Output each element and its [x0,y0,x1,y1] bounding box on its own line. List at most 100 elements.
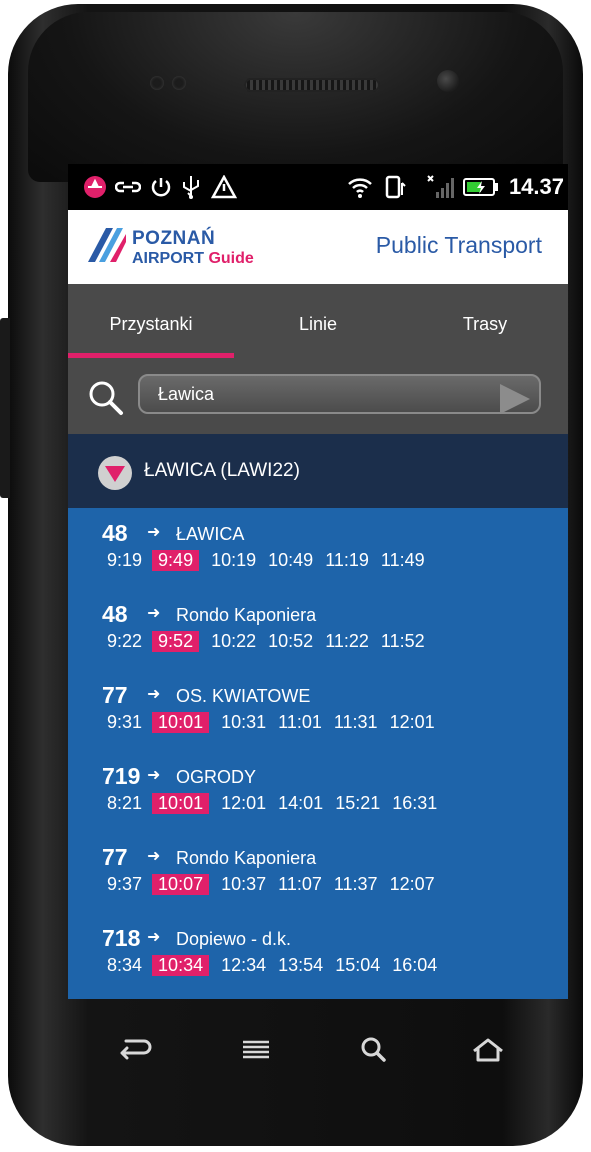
departure-time: 8:21 [107,793,143,813]
search-input[interactable]: Ławica [138,374,541,414]
departure-time-next: 9:52 [152,631,200,652]
departure-time: 9:37 [107,874,143,894]
home-icon[interactable] [468,1035,508,1065]
departure-time: 11:31 [333,712,378,732]
departure-time: 10:37 [221,874,267,894]
departure-times: 9:19 9:49 10:19 10:49 11:19 11:49 [107,550,437,571]
departure-time: 11:37 [333,874,378,894]
line-number: 48 [102,601,128,627]
system-nav-bar [68,999,568,1095]
warning-icon [210,172,238,202]
side-button [0,318,10,498]
departure-time-next: 10:01 [152,712,210,733]
departure-list: 48 ➜ ŁAWICA 9:19 9:49 10:19 10:49 11:19 … [68,508,568,994]
departure-time: 11:01 [278,712,322,732]
logo-guide-word: Guide [208,250,254,267]
departure-time: 9:22 [107,631,143,651]
phone-top-bezel [28,12,563,182]
earpiece-speaker [244,78,380,92]
screen: 14.37 POZNAŃ AIRPORT Guide Public Transp… [68,164,568,999]
search-key-icon[interactable] [354,1035,394,1065]
app-header: POZNAŃ AIRPORT Guide Public Transport [68,210,568,284]
departure-row[interactable]: 48 ➜ Rondo Kaponiera 9:22 9:52 10:22 10:… [68,589,568,670]
departure-time: 12:01 [221,793,267,813]
destination: Rondo Kaponiera [176,848,317,868]
departure-time: 10:52 [268,631,314,651]
gas-station-icon [382,172,412,202]
line-number: 48 [102,520,128,546]
tab-trasy[interactable]: Trasy [402,284,568,364]
departure-time-next: 10:01 [152,793,210,814]
departure-time: 13:54 [278,955,324,975]
destination: OGRODY [176,767,257,787]
collapse-arrow-icon[interactable] [98,456,132,490]
power-icon [148,172,174,202]
departure-time: 11:52 [380,631,425,651]
line-number: 719 [102,763,141,789]
search-icon[interactable] [88,380,124,416]
search-go-icon[interactable] [500,384,530,414]
logo-text-poznan: POZNAŃ [132,228,216,249]
departure-times: 9:22 9:52 10:22 10:52 11:22 11:52 [107,631,437,652]
arrow-right-icon: ➜ [147,846,161,865]
departure-time: 12:07 [389,874,435,894]
line-number: 77 [102,844,128,870]
departure-time: 11:49 [380,550,425,570]
departure-time-next: 9:49 [152,550,200,571]
departure-time: 12:34 [221,955,267,975]
departure-time: 14:01 [278,793,324,813]
departure-times: 8:21 10:01 12:01 14:01 15:21 16:31 [107,793,449,814]
arrow-right-icon: ➜ [147,522,161,541]
usb-icon [178,172,204,202]
departure-times: 9:37 10:07 10:37 11:07 11:37 12:07 [107,874,447,895]
wifi-icon [346,172,374,202]
back-icon[interactable] [116,1035,156,1065]
search-bar: Ławica [68,364,568,434]
stop-name: ŁAWICA (LAWI22) [144,460,300,481]
departure-time: 16:04 [392,955,438,975]
departure-times: 9:31 10:01 10:31 11:01 11:31 12:01 [107,712,447,733]
departure-row[interactable]: 77 ➜ OS. KWIATOWE 9:31 10:01 10:31 11:01… [68,670,568,751]
departure-time: 11:19 [325,550,369,570]
departure-time: 8:34 [107,955,143,975]
destination: ŁAWICA [176,524,245,544]
tab-bar: Przystanki Linie Trasy [68,284,568,364]
line-number: 718 [102,925,141,951]
active-tab-indicator [68,353,234,358]
departure-row[interactable]: 77 ➜ Rondo Kaponiera 9:37 10:07 10:37 11… [68,832,568,913]
link-icon [114,172,142,202]
destination: OS. KWIATOWE [176,686,311,706]
arrow-right-icon: ➜ [147,765,161,784]
page-title: Public Transport [375,232,542,258]
destination: Rondo Kaponiera [176,605,317,625]
battery-charging-icon [462,172,500,202]
departure-row[interactable]: 718 ➜ Dopiewo - d.k. 8:34 10:34 12:34 13… [68,913,568,994]
departure-row[interactable]: 48 ➜ ŁAWICA 9:19 9:49 10:19 10:49 11:19 … [68,508,568,589]
sensor-icon [150,76,164,90]
departure-time: 10:31 [221,712,267,732]
arrow-right-icon: ➜ [147,684,161,703]
departure-time-next: 10:34 [152,955,210,976]
departure-times: 8:34 10:34 12:34 13:54 15:04 16:04 [107,955,449,976]
menu-icon[interactable] [236,1035,276,1065]
departure-time: 15:04 [335,955,381,975]
departure-time: 10:19 [211,550,257,570]
departure-time: 16:31 [392,793,438,813]
arrow-right-icon: ➜ [147,603,161,622]
departure-time: 10:22 [211,631,257,651]
status-bar: 14.37 [68,164,568,210]
logo-text-airport: AIRPORT Guide [132,250,254,268]
no-signal-icon [424,172,458,202]
airport-logo-icon [88,228,126,262]
departure-time: 11:22 [325,631,369,651]
line-number: 77 [102,682,128,708]
logo-airport-word: AIRPORT [132,250,204,267]
arrow-right-icon: ➜ [147,927,161,946]
destination: Dopiewo - d.k. [176,929,292,949]
notification-app-icon [82,172,108,202]
tab-przystanki[interactable]: Przystanki [68,284,234,364]
tab-linie[interactable]: Linie [234,284,402,364]
stop-header[interactable]: ŁAWICA (LAWI22) [68,434,568,508]
departure-row[interactable]: 719 ➜ OGRODY 8:21 10:01 12:01 14:01 15:2… [68,751,568,832]
departure-time: 9:19 [107,550,143,570]
